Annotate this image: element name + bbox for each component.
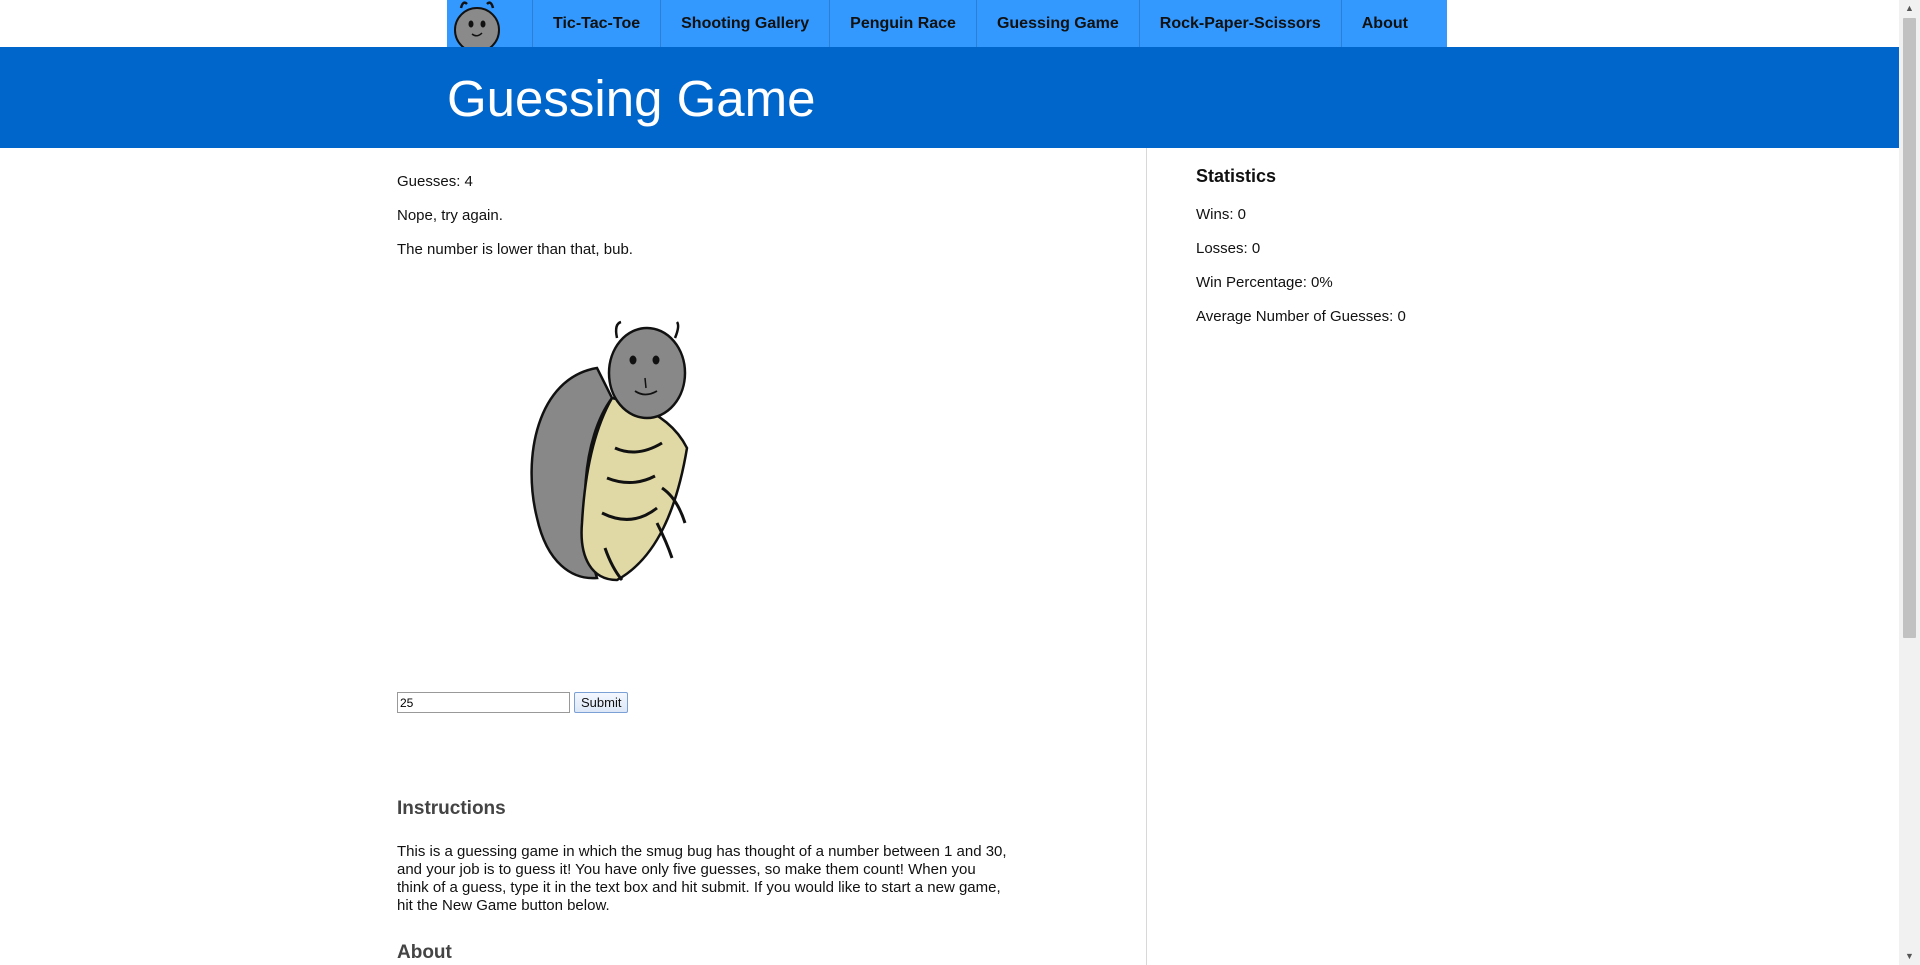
scroll-thumb[interactable] [1903,18,1916,638]
game-area: Guesses: 4 Nope, try again. The number i… [397,148,1147,965]
top-nav: Tic-Tac-Toe Shooting Gallery Penguin Rac… [447,0,1447,47]
feedback-text: Nope, try again. [397,207,503,224]
guess-count: Guesses: 4 [397,173,473,190]
submit-button[interactable]: Submit [574,692,629,713]
stat-win-percentage: Win Percentage: 0% [1196,274,1333,291]
guess-input[interactable] [397,692,570,713]
nav-tic-tac-toe[interactable]: Tic-Tac-Toe [533,0,662,47]
page-title: Guessing Game [447,70,816,127]
nav-rock-paper-scissors[interactable]: Rock-Paper-Scissors [1140,0,1342,47]
nav-penguin-race[interactable]: Penguin Race [830,0,977,47]
stat-wins: Wins: 0 [1196,206,1247,223]
nav-shooting-gallery[interactable]: Shooting Gallery [661,0,831,47]
bug-logo-icon[interactable] [447,0,533,47]
smug-bug-image [517,318,717,598]
instructions-heading: Instructions [397,798,506,819]
hint-text: The number is lower than that, bub. [397,241,633,258]
scroll-down-arrow-icon[interactable]: ▼ [1899,948,1920,965]
guess-form: Submit [397,692,629,713]
scroll-up-arrow-icon[interactable]: ▲ [1899,0,1920,17]
stat-average-guesses: Average Number of Guesses: 0 [1196,308,1406,325]
instructions-text: This is a guessing game in which the smu… [397,843,1007,914]
page-banner: Guessing Game [0,47,1899,148]
column-divider [1146,148,1147,965]
stat-losses: Losses: 0 [1196,240,1261,257]
nav-guessing-game[interactable]: Guessing Game [976,0,1140,47]
vertical-scrollbar[interactable]: ▲ ▼ [1899,0,1920,965]
nav-about[interactable]: About [1342,0,1436,47]
statistics-title: Statistics [1196,166,1277,186]
about-heading: About [397,942,452,963]
